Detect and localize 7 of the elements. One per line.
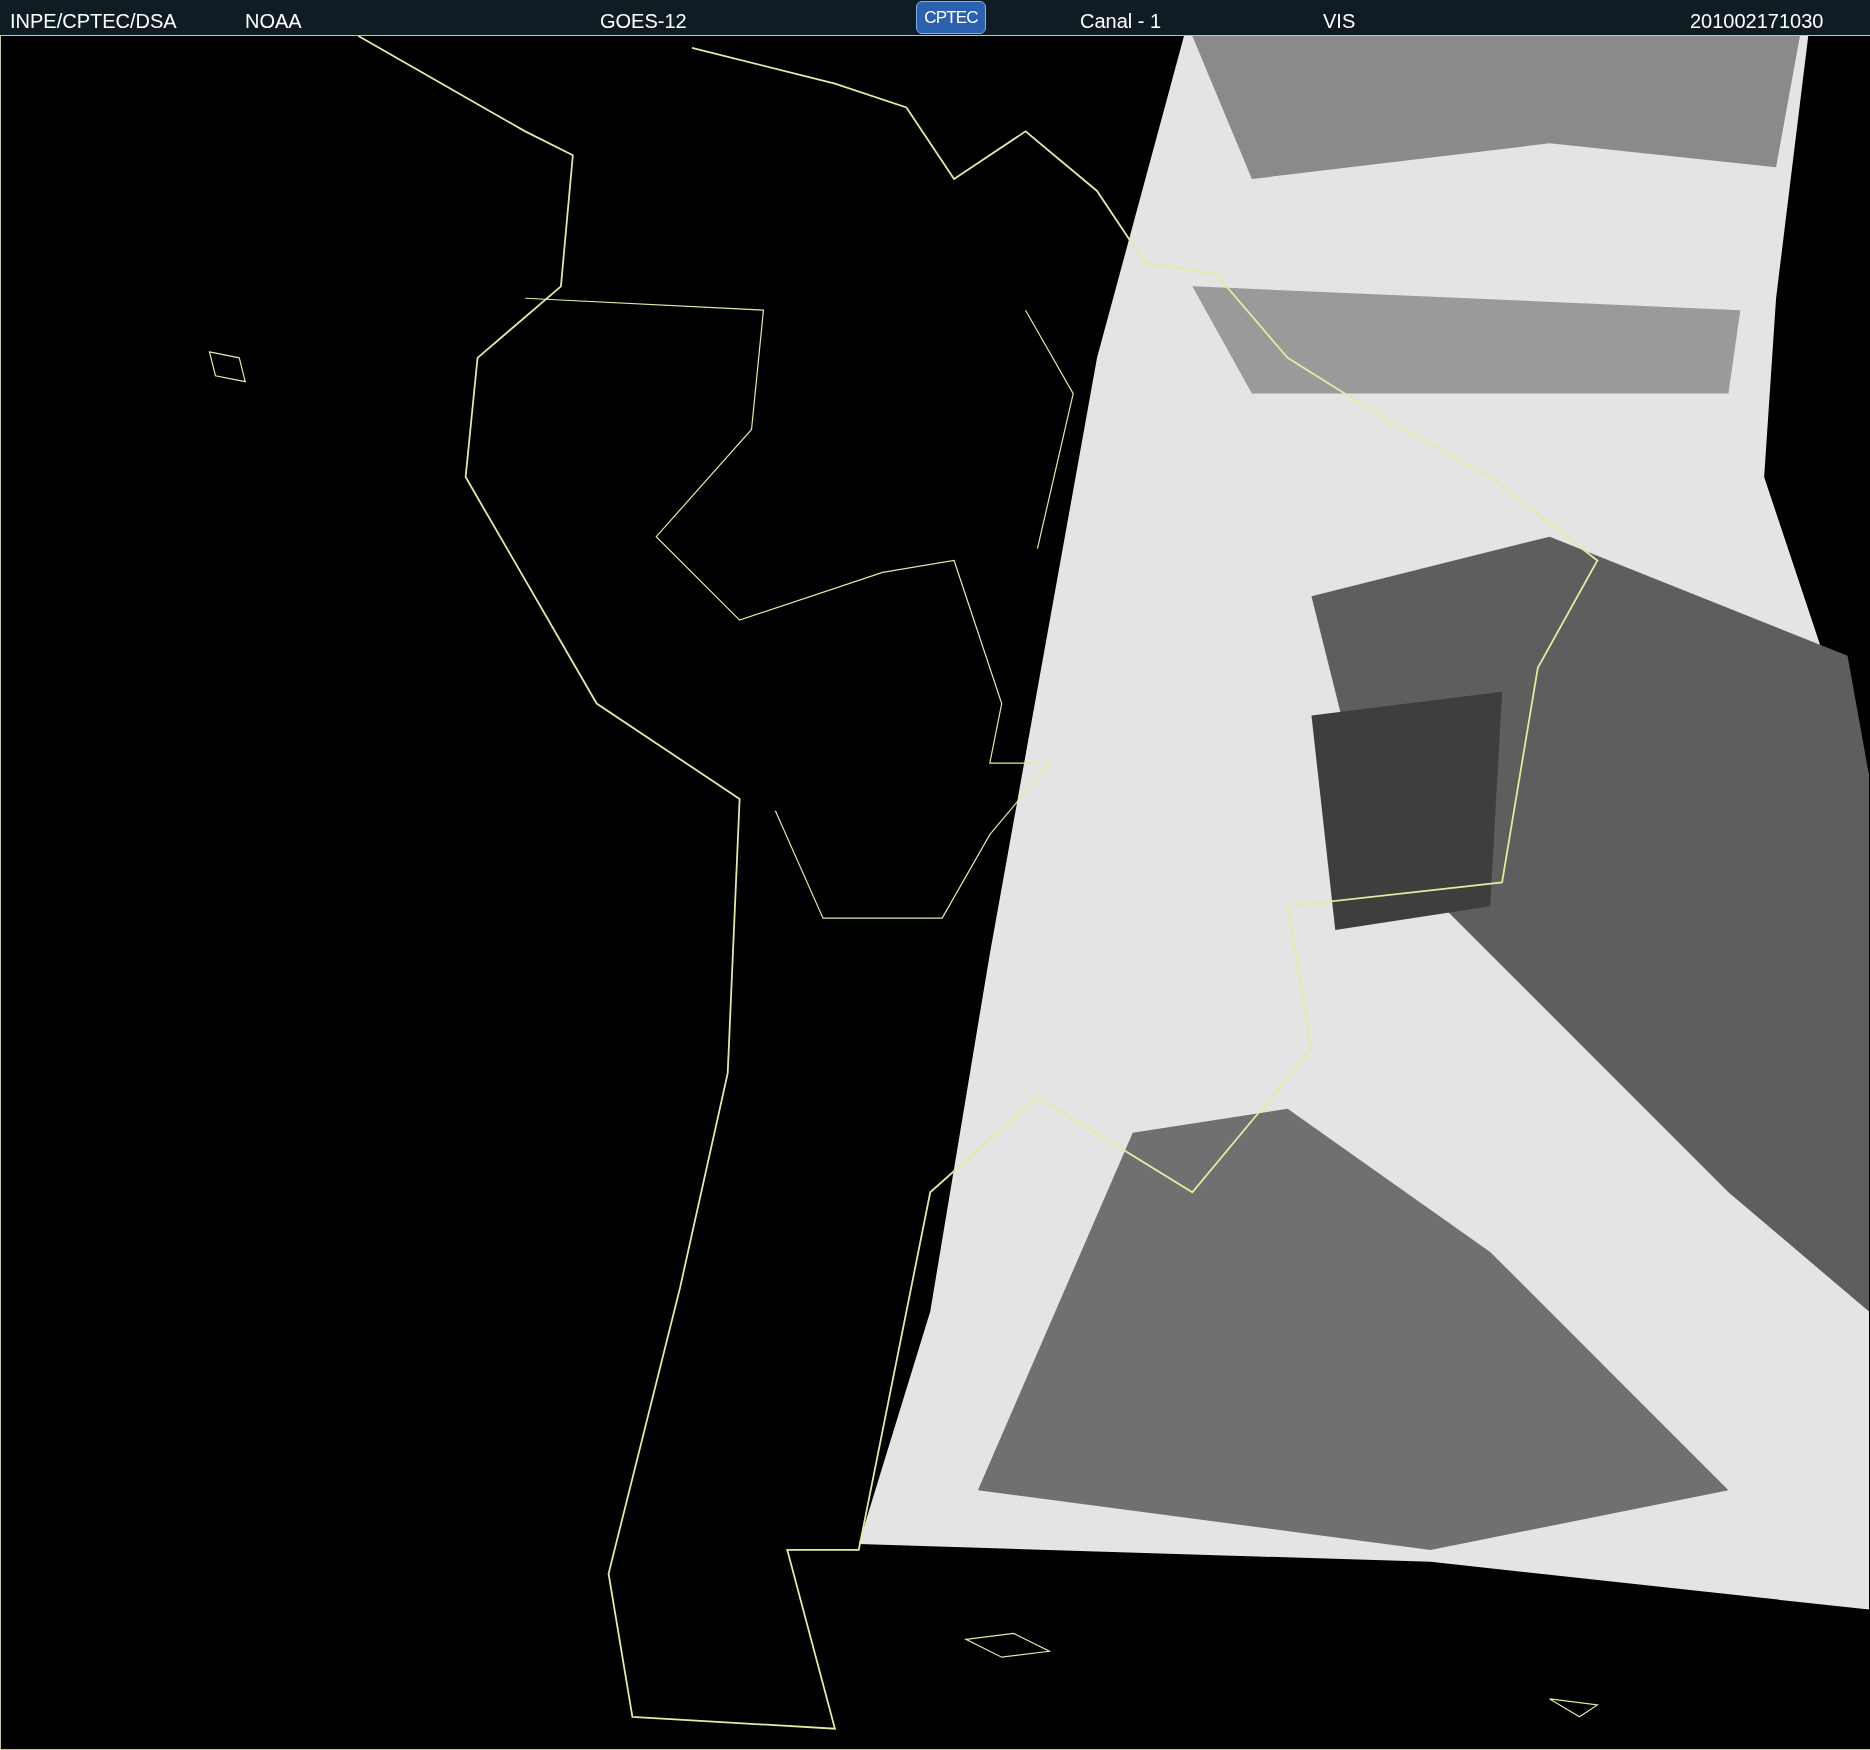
- satellite-label: GOES-12: [600, 9, 687, 34]
- channel-label: Canal - 1: [1080, 9, 1162, 34]
- timestamp-label: 201002171030: [1690, 9, 1824, 34]
- band-label: VIS: [1323, 9, 1356, 34]
- source-label: INPE/CPTEC/DSA: [10, 9, 177, 34]
- agency-label: NOAA: [245, 9, 302, 34]
- logo: CPTEC: [916, 1, 986, 34]
